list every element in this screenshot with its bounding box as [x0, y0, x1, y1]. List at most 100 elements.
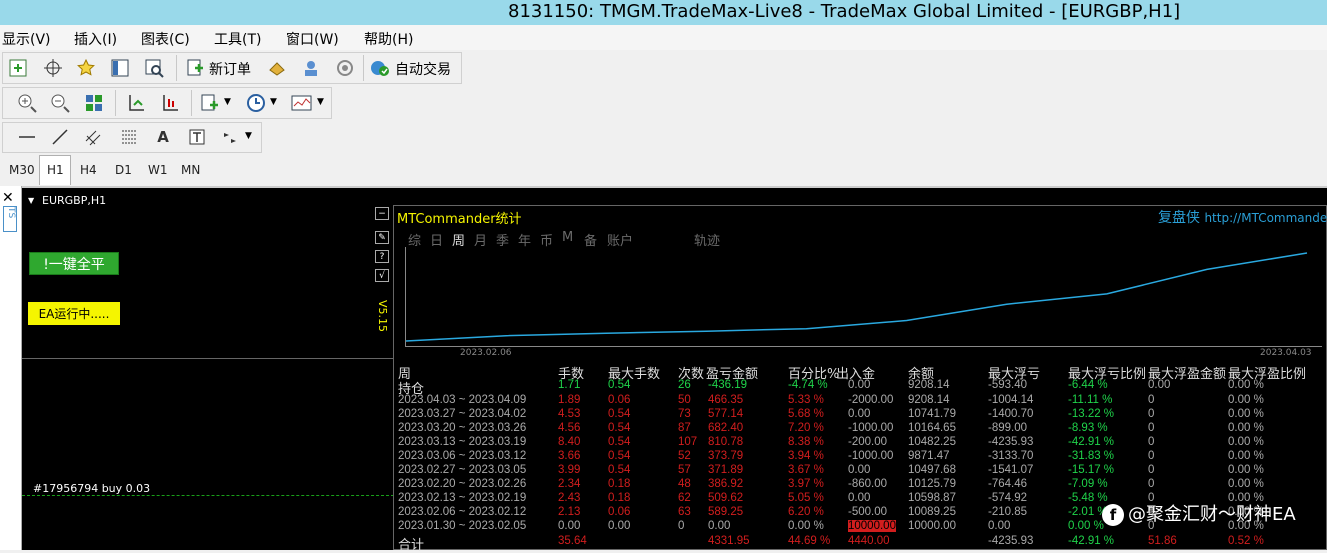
- cell-lots: 2.43: [558, 492, 581, 504]
- cell-max-float-loss: -210.85: [988, 506, 1028, 518]
- equidistant-channel-icon[interactable]: [81, 124, 107, 150]
- watermark-text: @聚金汇财～财神EA: [1128, 504, 1296, 525]
- cell-pct: 5.68 %: [788, 408, 824, 420]
- cell-count: 0: [678, 520, 685, 532]
- new-chart-icon[interactable]: [5, 55, 31, 81]
- cell-flow: 4440.00: [848, 535, 890, 547]
- cell-max-lots: 0.54: [608, 422, 631, 434]
- zoom-in-icon[interactable]: [14, 90, 40, 116]
- chart-menu-icon[interactable]: ▼: [28, 196, 34, 205]
- menu-insert[interactable]: 插入(I): [74, 29, 117, 49]
- cell-count: 57: [678, 464, 691, 476]
- cell-pnl: 509.62: [708, 492, 744, 504]
- cell-period: 2023.02.06 ~ 2023.02.12: [398, 506, 527, 518]
- text-tool-icon[interactable]: A: [150, 124, 176, 150]
- fibonacci-icon[interactable]: [116, 124, 142, 150]
- signals-icon[interactable]: [332, 55, 358, 81]
- menu-bar: 显示(V) 插入(I) 图表(C) 工具(T) 窗口(W) 帮助(H): [0, 25, 1327, 50]
- cell-balance: 10482.25: [908, 436, 956, 448]
- cell-max-float-profit-pct: 0.00 %: [1228, 450, 1264, 462]
- navigator-icon[interactable]: [107, 55, 133, 81]
- cell-max-float-loss: -1541.07: [988, 464, 1034, 476]
- data-window-icon[interactable]: [298, 55, 324, 81]
- help-icon[interactable]: ?: [375, 250, 389, 263]
- close-all-button[interactable]: !一键全平: [29, 252, 119, 275]
- menu-view[interactable]: 显示(V): [2, 29, 51, 49]
- order-level-line[interactable]: [22, 495, 394, 496]
- trendline-icon[interactable]: [47, 124, 73, 150]
- minimize-icon[interactable]: −: [375, 207, 389, 220]
- tester-icon[interactable]: [141, 55, 167, 81]
- check-icon[interactable]: √: [375, 269, 389, 282]
- timeframe-w1[interactable]: W1: [148, 163, 168, 177]
- equity-plot-svg: [406, 252, 1308, 342]
- new-order-icon[interactable]: [182, 55, 208, 81]
- auto-scroll-icon[interactable]: [123, 90, 149, 116]
- indicators-icon[interactable]: [197, 90, 223, 116]
- timeframe-mn[interactable]: MN: [181, 163, 200, 177]
- plot-start-date: 2023.02.06: [460, 348, 512, 358]
- timeframe-h1[interactable]: H1: [47, 163, 64, 177]
- timeframe-h4[interactable]: H4: [80, 163, 97, 177]
- cell-max-float-profit: 0: [1148, 436, 1155, 448]
- cell-period: 2023.03.20 ~ 2023.03.26: [398, 422, 527, 434]
- ea-status-button[interactable]: EA运行中.....: [28, 302, 120, 325]
- window-titlebar: 8131150: TMGM.TradeMax-Live8 - TradeMax …: [0, 0, 1327, 25]
- equity-line: [406, 252, 1308, 342]
- menu-window[interactable]: 窗口(W): [286, 29, 339, 49]
- tile-windows-icon[interactable]: [81, 90, 107, 116]
- cell-max-float-profit-pct: 0.00 %: [1228, 379, 1264, 391]
- chevron-down-icon[interactable]: ▼: [270, 97, 277, 107]
- close-icon[interactable]: ✕: [2, 190, 14, 206]
- navigator-tab[interactable]: TS: [3, 206, 17, 232]
- auto-trading-icon[interactable]: [367, 55, 393, 81]
- cell-max-float-loss-pct: -31.83 %: [1068, 450, 1115, 462]
- settings-icon[interactable]: ✎: [375, 231, 389, 244]
- cell-pct: 3.97 %: [788, 478, 824, 490]
- cell-flow: -2000.00: [848, 394, 894, 406]
- panel-url[interactable]: http://MTCommander: [1204, 211, 1327, 225]
- menu-charts[interactable]: 图表(C): [141, 29, 190, 49]
- cell-pnl: 810.78: [708, 436, 744, 448]
- periods-icon[interactable]: [243, 90, 269, 116]
- cell-max-float-loss: -1400.70: [988, 408, 1034, 420]
- chevron-down-icon[interactable]: ▼: [317, 97, 324, 107]
- chevron-down-icon[interactable]: ▼: [224, 97, 231, 107]
- cell-flow: -1000.00: [848, 422, 894, 434]
- chevron-down-icon[interactable]: ▼: [245, 131, 252, 141]
- cell-balance: 9208.14: [908, 394, 950, 406]
- templates-icon[interactable]: [289, 90, 315, 116]
- cell-max-float-profit: 0: [1148, 394, 1155, 406]
- cell-max-float-profit-pct: 0.00 %: [1228, 408, 1264, 420]
- new-order-button[interactable]: 新订单: [209, 59, 251, 79]
- cell-period: 2023.03.06 ~ 2023.03.12: [398, 450, 527, 462]
- cell-max-lots: 0.06: [608, 394, 631, 406]
- cell-max-float-loss-pct: 0.00 %: [1068, 520, 1104, 532]
- panel-tab-7[interactable]: M: [562, 230, 573, 245]
- cell-pnl: 682.40: [708, 422, 744, 434]
- horizontal-line-icon[interactable]: [14, 124, 40, 150]
- crosshair-icon[interactable]: [40, 55, 66, 81]
- timeframe-m30[interactable]: M30: [9, 163, 35, 177]
- cell-flow: -860.00: [848, 478, 888, 490]
- cell-max-float-profit-pct: 0.00 %: [1228, 478, 1264, 490]
- cell-period: 2023.02.27 ~ 2023.03.05: [398, 464, 527, 476]
- arrows-icon[interactable]: [218, 124, 244, 150]
- favorites-icon[interactable]: [73, 55, 99, 81]
- cell-max-lots: 0.54: [608, 450, 631, 462]
- timeframe-d1[interactable]: D1: [115, 163, 132, 177]
- cell-count: 73: [678, 408, 691, 420]
- auto-trading-button[interactable]: 自动交易: [395, 59, 451, 79]
- menu-help[interactable]: 帮助(H): [364, 29, 413, 49]
- cell-period: 2023.01.30 ~ 2023.02.05: [398, 520, 527, 532]
- zoom-out-icon[interactable]: [47, 90, 73, 116]
- cell-pct: 8.38 %: [788, 436, 824, 448]
- chart-shift-icon[interactable]: [157, 90, 183, 116]
- cell-pnl: 4331.95: [708, 535, 750, 547]
- cell-max-float-loss: -574.92: [988, 492, 1028, 504]
- menu-tools[interactable]: 工具(T): [214, 29, 261, 49]
- cell-pnl: 386.92: [708, 478, 744, 490]
- text-label-icon[interactable]: [184, 124, 210, 150]
- cell-count: 26: [678, 379, 691, 391]
- market-watch-icon[interactable]: [264, 55, 290, 81]
